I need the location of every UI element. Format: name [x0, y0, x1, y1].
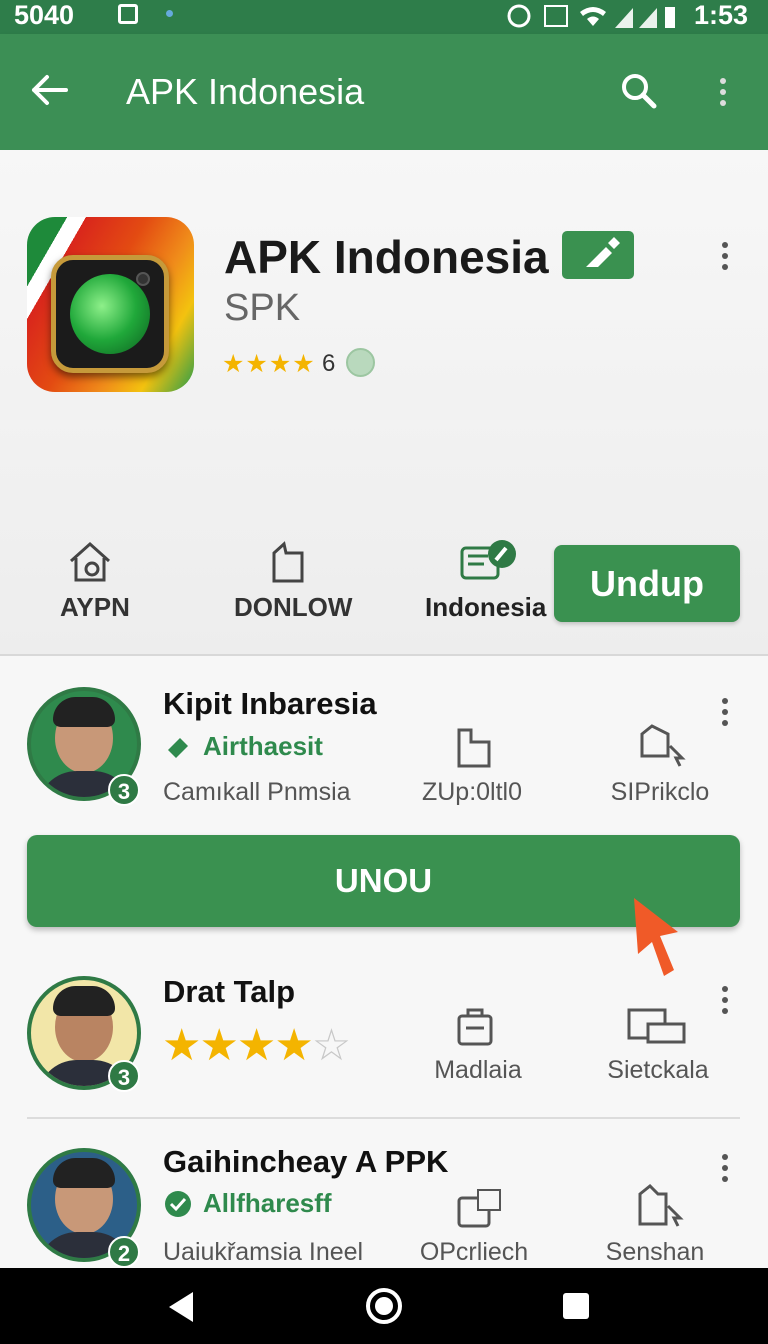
app-bar-title: APK Indonesia	[126, 71, 365, 112]
app-bar: APK Indonesia	[0, 34, 768, 150]
count-badge: 3	[108, 1060, 140, 1092]
item-desc: Uaiukřamsia Ineel	[163, 1238, 364, 1266]
status-left-text: 5040	[14, 0, 75, 30]
count-badge: 3	[108, 774, 140, 806]
count-badge: 2	[108, 1236, 140, 1268]
app-header-section: APK Indonesia SPK ★★★★ 6 AYPN DONLOW Ind…	[0, 150, 768, 655]
nav-recents-icon[interactable]	[563, 1293, 589, 1319]
edit-icon	[460, 540, 516, 580]
developer-name: SPK	[224, 287, 301, 329]
pointer-arrow-icon	[634, 898, 678, 976]
item-more-icon[interactable]	[720, 986, 730, 1030]
app-logo	[27, 217, 194, 392]
page-icon	[457, 728, 491, 768]
tag-icon	[168, 738, 188, 758]
app-name: APK Indonesia	[224, 231, 549, 283]
cursor-icon	[638, 1184, 684, 1227]
more-icon[interactable]	[718, 78, 728, 122]
divider	[27, 1117, 740, 1119]
screen-icon	[627, 1008, 686, 1044]
page-icon	[272, 541, 304, 583]
item-tag: Airthaesit	[203, 731, 323, 761]
tab-aypn[interactable]: AYPN	[60, 592, 130, 623]
item-col1: OPcrliech	[419, 1238, 529, 1266]
image-icon	[457, 1189, 501, 1228]
item-rating-stars: ★★★★☆	[162, 1021, 351, 1070]
edit-badge-icon	[562, 231, 634, 279]
system-nav-bar	[0, 1268, 768, 1344]
bag-icon	[457, 1008, 493, 1046]
item-title: Gaihincheay A PPK	[163, 1144, 449, 1179]
home-icon	[69, 541, 111, 582]
tab-donlow[interactable]: DONLOW	[234, 592, 352, 623]
item-tag: Allfharesff	[203, 1188, 332, 1218]
rating-stars: ★★★★	[222, 350, 316, 378]
item-more-icon[interactable]	[720, 1154, 730, 1198]
app-more-icon[interactable]	[720, 242, 730, 286]
item-more-icon[interactable]	[720, 698, 730, 742]
item-col1: ZUp:0ltl0	[421, 778, 523, 806]
item-col2: SIPrikclo	[610, 778, 710, 806]
search-icon[interactable]	[620, 72, 658, 110]
list: 3 Kipit Inbaresia Airthaesit Camıkall Pn…	[0, 656, 768, 1268]
back-icon[interactable]	[30, 74, 68, 106]
install-button[interactable]: Undup	[554, 545, 740, 622]
status-time: 1:53	[694, 0, 749, 30]
check-icon	[165, 1191, 191, 1217]
notification-icon	[118, 4, 138, 24]
item-desc: Camıkall Pnmsia	[163, 778, 351, 806]
rating-value: 6	[322, 350, 336, 377]
dot-icon	[166, 10, 173, 17]
status-bar: 5040 1:53	[0, 0, 768, 34]
item-col2: Senshan	[605, 1238, 705, 1266]
status-icons	[507, 4, 675, 28]
item-title: Drat Talp	[163, 974, 296, 1009]
item-title: Kipit Inbaresia	[163, 686, 377, 721]
item-col1: Madlaia	[434, 1056, 522, 1084]
info-icon	[346, 348, 375, 377]
item-col2: Sietckala	[607, 1056, 709, 1084]
tab-indonesia[interactable]: Indonesia	[425, 592, 546, 623]
nav-home-icon[interactable]	[364, 1286, 404, 1326]
nav-back-icon[interactable]	[165, 1290, 197, 1324]
cursor-icon	[640, 724, 686, 767]
